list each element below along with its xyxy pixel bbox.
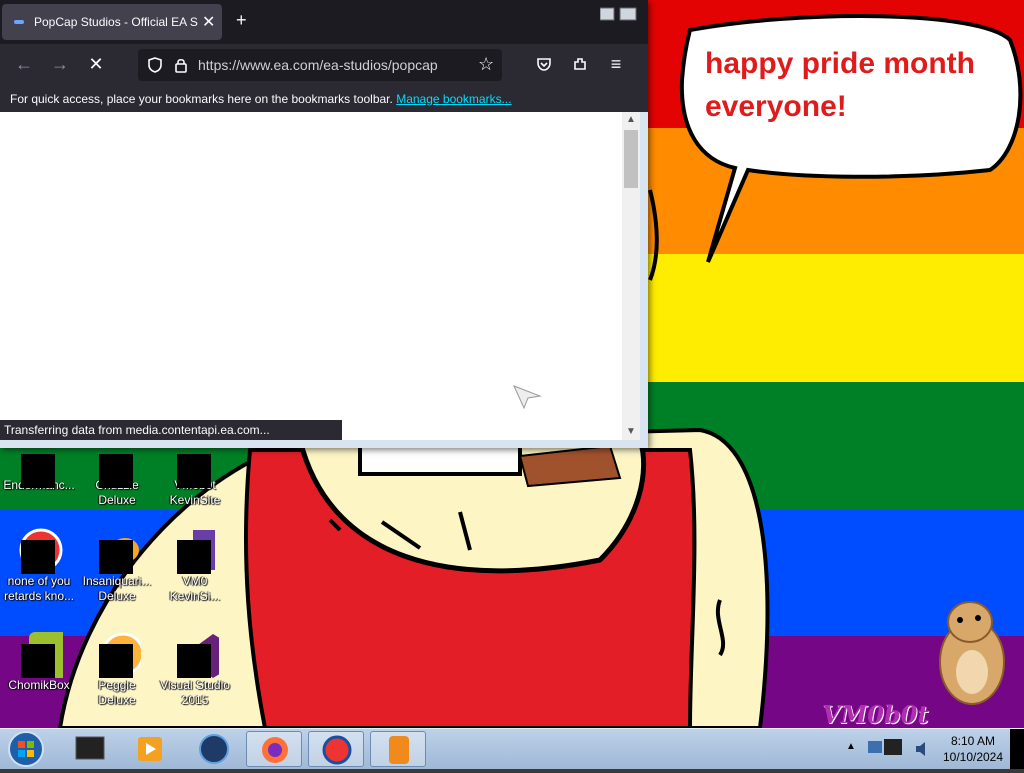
scrollbar-thumb[interactable] (624, 130, 638, 188)
close-tab-icon[interactable]: ✕ (202, 12, 215, 32)
desktop-icon-chomikbox[interactable]: ChomikBox (0, 630, 78, 693)
desktop-icon-visual-studio-2015[interactable]: Visual Studio 2015 (156, 630, 234, 708)
hamster-icon (939, 601, 1005, 705)
desktop-icon-peggle-deluxe[interactable]: Peggle Deluxe (78, 630, 156, 708)
network-icon[interactable] (866, 737, 906, 761)
clock-time: 8:10 AM (950, 734, 996, 748)
url-text: https://www.ea.com/ea-studios/popcap (198, 57, 438, 73)
show-hidden-icons-icon[interactable]: ▲ (846, 741, 856, 752)
volume-icon[interactable] (914, 739, 930, 759)
vertical-scrollbar[interactable]: ▲ ▼ (622, 112, 640, 440)
desktop-icon-label: ChomikBox (8, 678, 70, 692)
forward-arrow-icon[interactable]: → (48, 54, 72, 75)
mouse-cursor-icon (513, 385, 542, 410)
taskbar-app-button-orange[interactable] (370, 731, 426, 767)
clock[interactable]: 8:10 AM 10/10/2024 (940, 733, 1006, 765)
popcap-icon (322, 735, 352, 765)
desktop-icon-vm0b0t-kevinsite[interactable]: VM0b0t KevinSite (156, 440, 234, 508)
taskbar-globe-button[interactable] (186, 731, 242, 767)
bookmarks-toolbar: For quick access, place your bookmarks h… (0, 86, 648, 112)
menu-icon[interactable]: ≡ (604, 54, 628, 75)
character-icon (389, 736, 409, 764)
window-frame (640, 112, 648, 448)
monitor-icon (75, 736, 105, 760)
desktop-icon-label: VM0 KevinSi... (169, 574, 221, 603)
chomikbox-icon (15, 630, 75, 678)
app-icon (171, 526, 219, 574)
scroll-down-icon[interactable]: ▼ (622, 424, 640, 440)
window-frame[interactable] (0, 440, 648, 448)
desktop-icon-label: Insaniquari... Deluxe (82, 574, 152, 603)
peggle-icon (93, 630, 145, 678)
taskbar-media-player-button[interactable] (122, 731, 178, 767)
lock-icon[interactable] (174, 57, 188, 73)
desktop-icon-insaniquarium[interactable]: Insaniquari... Deluxe (78, 526, 156, 604)
browser-tab[interactable]: PopCap Studios - Official EA Site ✕ (2, 4, 222, 40)
fish-icon (93, 526, 141, 574)
bookmarks-message: For quick access, place your bookmarks h… (10, 92, 393, 106)
app-icon (15, 526, 63, 574)
loading-favicon-icon (14, 20, 24, 24)
taskbar-popcap-button[interactable] (308, 731, 364, 767)
watermark-text: VM0b0t (822, 700, 929, 728)
desktop-icon-none-of-you[interactable]: none of you retards kno... (0, 526, 78, 604)
extensions-icon[interactable] (572, 56, 588, 72)
url-bar[interactable]: https://www.ea.com/ea-studios/popcap ☆ (138, 49, 502, 81)
manage-bookmarks-link[interactable]: Manage bookmarks... (396, 92, 511, 106)
scroll-up-icon[interactable]: ▲ (622, 112, 640, 128)
clock-date: 10/10/2024 (942, 750, 1004, 764)
taskbar-app-button[interactable] (62, 731, 118, 767)
pocket-icon[interactable] (536, 56, 552, 72)
start-button-icon[interactable] (6, 730, 46, 768)
status-bar: Transferring data from media.contentapi.… (0, 420, 342, 440)
browser-window: PopCap Studios - Official EA Site ✕ + ← … (0, 0, 648, 448)
taskbar: ▲ 8:10 AM 10/10/2024 (0, 728, 1024, 769)
media-player-icon (138, 737, 162, 761)
navigation-toolbar: ← → ✕ https://www.ea.com/ea-studios/popc… (0, 44, 648, 86)
tab-title: PopCap Studios - Official EA Site (34, 15, 198, 29)
shield-icon[interactable] (148, 57, 162, 73)
desktop-icon-label: none of you retards kno... (3, 574, 75, 603)
desktop-icon-label: Peggle Deluxe (98, 678, 136, 707)
show-desktop-button[interactable] (1010, 729, 1024, 769)
desktop-icon-chuzzle[interactable]: Chuzzle Deluxe (78, 440, 156, 508)
bookmark-star-icon[interactable]: ☆ (478, 54, 494, 75)
taskbar-firefox-button[interactable] (246, 731, 302, 767)
desktop-icon-label: Visual Studio 2015 (160, 678, 230, 707)
desktop-icon-vm0-kevinsite[interactable]: VM0 KevinSi... (156, 526, 234, 604)
visual-studio-icon (171, 630, 223, 678)
window-controls-icon (600, 7, 637, 21)
tab-strip: PopCap Studios - Official EA Site ✕ + (0, 0, 648, 44)
globe-icon (199, 734, 229, 764)
back-arrow-icon[interactable]: ← (12, 54, 36, 75)
stop-loading-icon[interactable]: ✕ (84, 54, 108, 75)
firefox-icon (262, 737, 288, 763)
speech-bubble-text: happy pride month everyone! (705, 47, 975, 123)
new-tab-icon[interactable]: + (236, 10, 247, 31)
page-content[interactable] (0, 112, 640, 440)
